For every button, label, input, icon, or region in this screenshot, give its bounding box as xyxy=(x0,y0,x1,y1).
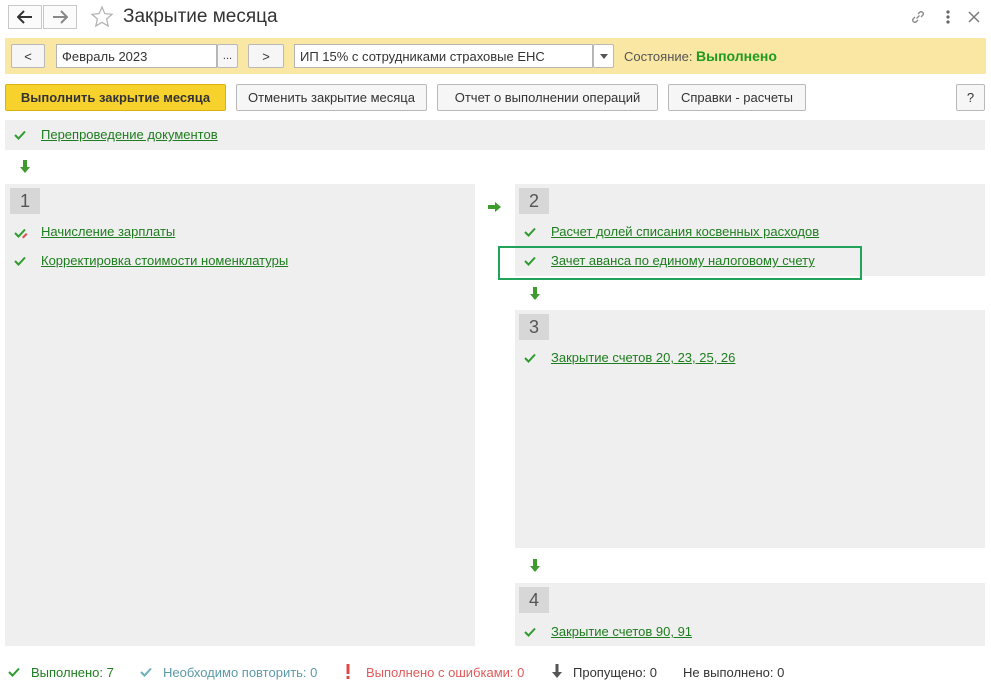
organization-field[interactable]: ИП 15% с сотрудниками страховые ЕНС xyxy=(294,44,593,68)
stage-number: 2 xyxy=(519,188,549,214)
arrow-right-icon xyxy=(53,10,68,24)
chevron-down-icon xyxy=(599,53,608,59)
status-errors: Выполнено с ошибками: 0 xyxy=(366,665,525,680)
stage-number: 3 xyxy=(519,314,549,340)
period-field[interactable]: Февраль 2023 xyxy=(56,44,217,68)
arrow-down-icon xyxy=(530,287,540,300)
check-icon xyxy=(524,227,536,237)
status-done: Выполнено: 7 xyxy=(31,665,114,680)
close-icon[interactable] xyxy=(964,7,984,27)
operations-report-button[interactable]: Отчет о выполнении операций xyxy=(437,84,658,111)
more-menu-icon[interactable] xyxy=(938,7,958,27)
state-value: Выполнено xyxy=(696,48,777,64)
help-button[interactable]: ? xyxy=(956,84,985,111)
highlight-frame xyxy=(498,246,862,280)
arrow-down-icon xyxy=(530,559,540,572)
skip-arrow-icon xyxy=(552,664,562,678)
check-icon xyxy=(14,256,26,266)
state-label: Состояние: xyxy=(624,49,693,64)
arrow-left-icon xyxy=(17,10,32,24)
check-icon xyxy=(8,667,20,677)
stage-number: 1 xyxy=(10,188,40,214)
check-icon xyxy=(14,130,26,140)
forward-button[interactable] xyxy=(43,5,77,29)
stage-number: 4 xyxy=(519,587,549,613)
page-title: Закрытие месяца xyxy=(123,6,278,27)
status-not-done: Не выполнено: 0 xyxy=(683,665,785,680)
period-picker-button[interactable]: ... xyxy=(217,44,238,68)
payroll-link[interactable]: Начисление зарплаты xyxy=(41,224,175,239)
next-period-button[interactable]: > xyxy=(248,44,284,68)
arrow-down-icon xyxy=(20,160,30,173)
check-icon xyxy=(140,667,152,677)
check-icon xyxy=(524,353,536,363)
nomenclature-cost-adjustment-link[interactable]: Корректировка стоимости номенклатуры xyxy=(41,253,288,268)
stage-3-panel xyxy=(515,310,985,548)
check-icon xyxy=(524,627,536,637)
prev-period-button[interactable]: < xyxy=(11,44,45,68)
favorite-star-icon[interactable] xyxy=(90,5,114,32)
back-button[interactable] xyxy=(8,5,42,29)
references-button[interactable]: Справки - расчеты xyxy=(668,84,806,111)
reposting-documents-link[interactable]: Перепроведение документов xyxy=(41,127,218,142)
check-edited-icon xyxy=(14,228,28,239)
arrow-right-icon xyxy=(488,202,501,212)
error-exclamation-icon xyxy=(346,664,350,679)
link-icon[interactable] xyxy=(908,7,928,27)
close-accounts-90-91-link[interactable]: Закрытие счетов 90, 91 xyxy=(551,624,692,639)
run-month-close-button[interactable]: Выполнить закрытие месяца xyxy=(5,84,226,111)
status-repeat: Необходимо повторить: 0 xyxy=(163,665,318,680)
indirect-costs-share-link[interactable]: Расчет долей списания косвенных расходов xyxy=(551,224,819,239)
organization-dropdown-button[interactable] xyxy=(593,44,614,68)
status-skipped: Пропущено: 0 xyxy=(573,665,658,680)
cancel-month-close-button[interactable]: Отменить закрытие месяца xyxy=(236,84,427,111)
close-accounts-20-26-link[interactable]: Закрытие счетов 20, 23, 25, 26 xyxy=(551,350,735,365)
